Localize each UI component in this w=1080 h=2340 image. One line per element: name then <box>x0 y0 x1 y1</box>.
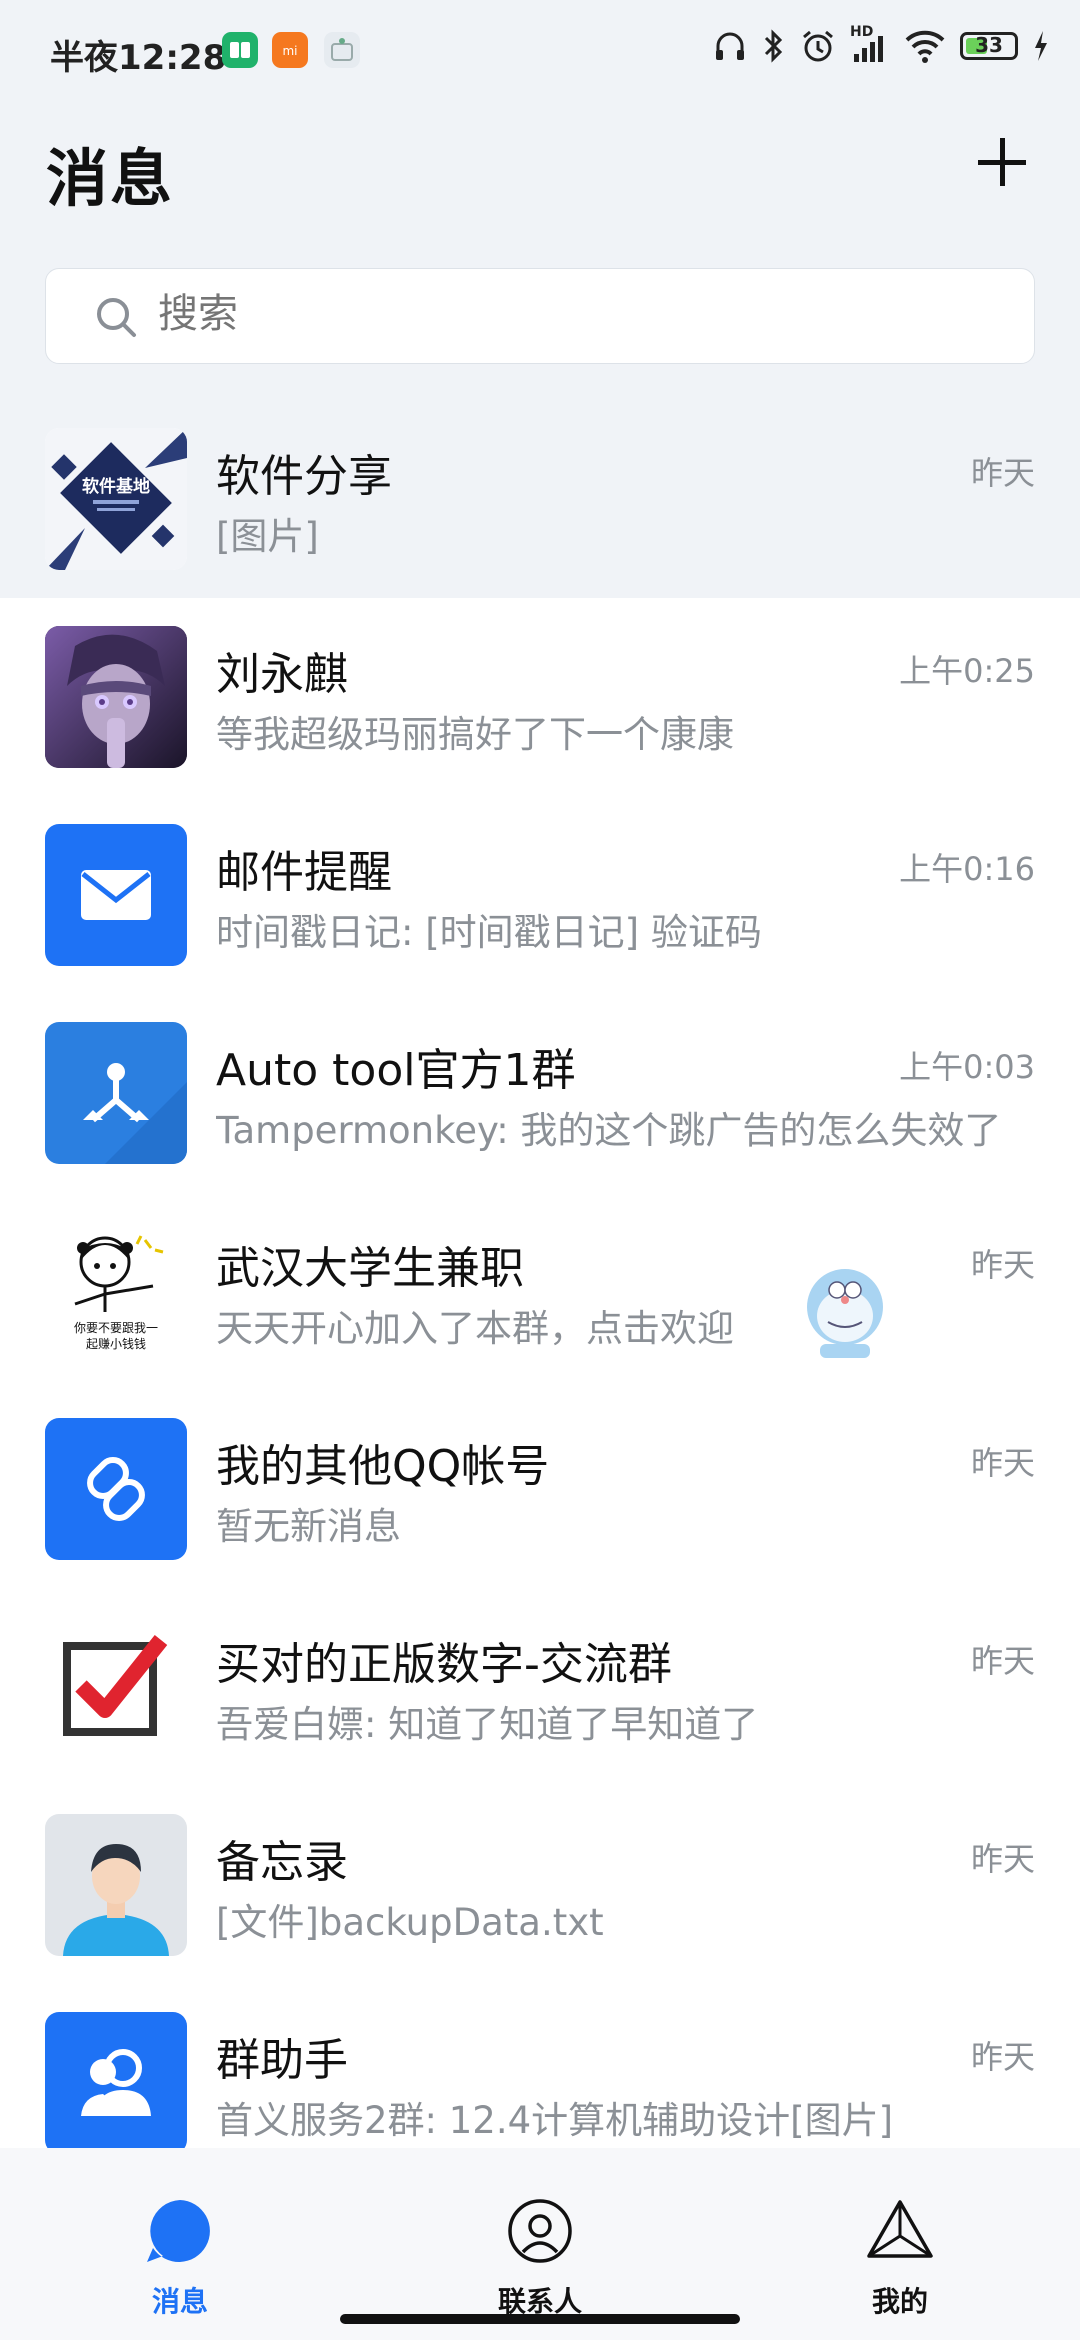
conversation-name: Auto tool官方1群 <box>216 1045 576 1096</box>
contacts-icon <box>508 2199 572 2263</box>
conversation-message: 吾爱白嫖: 知道了知道了早知道了 <box>216 1703 759 1746</box>
group-icon <box>45 2012 187 2154</box>
doraemon-sticker-icon <box>807 1269 883 1358</box>
software-logo-text: 软件基地 <box>82 476 150 497</box>
conversation-name: 买对的正版数字-交流群 <box>216 1639 672 1690</box>
conversation-time: 昨天 <box>970 1444 1035 1482</box>
search-input[interactable] <box>158 291 958 337</box>
conversation-name: 刘永麒 <box>216 649 348 700</box>
battery-level: 33 <box>975 33 1003 57</box>
sticker-caption-1: 你要不要跟我一 <box>74 1321 158 1335</box>
conversation-message: 首义服务2群: 12.4计算机辅助设计[图片] <box>216 2099 894 2142</box>
conversation-time: 上午0:16 <box>899 850 1035 888</box>
conversation-message: Tampermonkey: 我的这个跳广告的怎么失效了 <box>216 1109 1002 1152</box>
wifi-icon <box>905 30 945 63</box>
conversation-time: 上午0:25 <box>899 652 1035 690</box>
cartoon-girl-avatar: 你要不要跟我一 起赚小钱钱 <box>45 1220 187 1362</box>
conversation-row[interactable]: 我的其他QQ帐号 暂无新消息 昨天 <box>0 1390 1080 1588</box>
conversation-row[interactable]: 备忘录 [文件]backupData.txt 昨天 <box>0 1786 1080 1984</box>
link-icon <box>45 1418 187 1560</box>
conversation-message: 天天开心加入了本群，点击欢迎 <box>216 1307 734 1350</box>
mi-app-icon: mi <box>272 32 308 68</box>
status-bar: 半夜12:28 mi HD 33 <box>0 0 1080 100</box>
tab-me[interactable]: 我的 <box>800 2170 1000 2320</box>
sticker-caption-2: 起赚小钱钱 <box>86 1336 146 1351</box>
person-avatar <box>45 1814 187 1956</box>
conversation-message: [文件]backupData.txt <box>216 1901 604 1944</box>
conversation-row[interactable]: Auto tool官方1群 Tampermonkey: 我的这个跳广告的怎么失效… <box>0 994 1080 1192</box>
conversation-time: 昨天 <box>970 454 1035 492</box>
message-bubble-icon <box>147 2200 210 2262</box>
mail-icon <box>45 824 187 966</box>
conversation-time: 昨天 <box>970 1840 1035 1878</box>
svg-text:mi: mi <box>282 44 297 58</box>
bottom-tab-bar: 消息 联系人 我的 <box>0 2148 1080 2340</box>
conversation-name: 邮件提醒 <box>216 847 392 898</box>
tab-label: 消息 <box>151 2285 208 2318</box>
conversation-row[interactable]: 软件基地 软件分享 [图片] 昨天 <box>0 400 1080 598</box>
conversation-name: 我的其他QQ帐号 <box>216 1441 550 1492</box>
status-time: 半夜12:28 <box>50 38 227 78</box>
tab-label: 我的 <box>871 2285 928 2318</box>
checkbox-icon <box>45 1616 187 1758</box>
conversation-row[interactable]: 刘永麒 等我超级玛丽搞好了下一个康康 上午0:25 <box>0 598 1080 796</box>
tab-messages[interactable]: 消息 <box>80 2170 280 2320</box>
search-icon <box>97 298 136 337</box>
home-indicator[interactable] <box>340 2314 740 2324</box>
conversation-time: 昨天 <box>970 2038 1035 2076</box>
ninja-avatar <box>45 626 187 768</box>
share-nodes-icon <box>45 1022 187 1164</box>
conversation-row[interactable]: 买对的正版数字-交流群 吾爱白嫖: 知道了知道了早知道了 昨天 <box>0 1588 1080 1786</box>
book-app-icon <box>222 32 258 68</box>
conversation-name: 软件分享 <box>216 451 392 502</box>
conversation-row[interactable]: 你要不要跟我一 起赚小钱钱 武汉大学生兼职 天天开心加入了本群，点击欢迎 昨天 <box>0 1192 1080 1390</box>
search-bar[interactable] <box>45 268 1035 364</box>
conversation-name: 武汉大学生兼职 <box>216 1243 524 1294</box>
status-icons: HD 33 <box>712 24 1050 64</box>
conversation-message: 暂无新消息 <box>216 1505 401 1548</box>
page-title: 消息 <box>46 142 175 215</box>
signal-icon: HD <box>850 24 890 64</box>
notification-app-icon <box>324 32 360 68</box>
conversation-time: 昨天 <box>970 1642 1035 1680</box>
conversation-name: 群助手 <box>216 2035 348 2086</box>
headphone-icon <box>716 32 744 60</box>
tab-contacts[interactable]: 联系人 <box>440 2170 640 2320</box>
charging-icon <box>1035 31 1047 61</box>
battery-icon: 33 <box>960 32 1018 60</box>
conversation-time: 昨天 <box>970 1246 1035 1284</box>
add-button[interactable] <box>972 132 1032 192</box>
conversation-message: [图片] <box>216 515 319 558</box>
conversation-time: 上午0:03 <box>899 1048 1035 1086</box>
profile-prism-icon <box>867 2200 933 2258</box>
alarm-icon <box>803 30 833 62</box>
software-share-logo: 软件基地 <box>45 428 187 570</box>
conversation-name: 备忘录 <box>216 1837 348 1888</box>
conversation-message: 时间戳日记: [时间戳日记] 验证码 <box>216 911 762 954</box>
conversation-row[interactable]: 邮件提醒 时间戳日记: [时间戳日记] 验证码 上午0:16 <box>0 796 1080 994</box>
conversation-message: 等我超级玛丽搞好了下一个康康 <box>216 713 734 756</box>
bluetooth-icon <box>764 29 783 63</box>
